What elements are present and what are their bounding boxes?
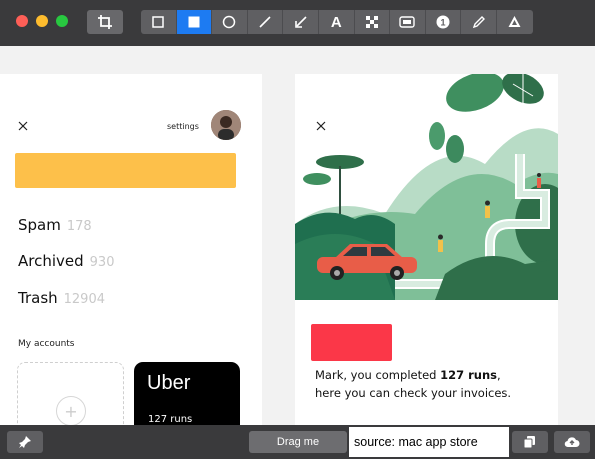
- mosaic-icon: [365, 16, 378, 28]
- drag-handle[interactable]: Drag me: [249, 431, 347, 453]
- arrow-tool[interactable]: [283, 10, 319, 34]
- close-icon[interactable]: [315, 120, 327, 132]
- folder-label: Spam: [18, 216, 61, 234]
- uber-account-card[interactable]: Uber 127 runs: [134, 362, 240, 434]
- top-toolbar: A 1: [0, 0, 595, 46]
- ellipse-tool[interactable]: [212, 10, 248, 34]
- invoices-app-screen: Mark, you completed 127 runs, here you c…: [295, 74, 558, 434]
- crop-button[interactable]: [87, 10, 123, 34]
- crop-icon: [98, 15, 112, 29]
- rectangle-tool[interactable]: [141, 10, 177, 34]
- highlight-box-icon: [399, 16, 416, 28]
- message-runs: 127 runs: [440, 368, 498, 382]
- add-account-card[interactable]: +: [17, 362, 124, 434]
- completion-message: Mark, you completed 127 runs, here you c…: [315, 366, 545, 402]
- avatar[interactable]: [211, 110, 241, 140]
- line-tool[interactable]: [248, 10, 284, 34]
- copy-button[interactable]: [512, 431, 548, 453]
- folder-trash[interactable]: Trash 12904: [18, 289, 105, 307]
- uber-logo: Uber: [147, 372, 191, 394]
- settings-link[interactable]: settings: [167, 122, 199, 131]
- mail-app-screen: settings Spam 178 Archived 930 Trash 12904 …: [0, 74, 262, 434]
- message-suffix: ,: [497, 368, 501, 382]
- annotation-tools: A 1: [141, 10, 533, 34]
- filled-rectangle-tool[interactable]: [176, 10, 213, 34]
- folder-count: 12904: [63, 292, 105, 307]
- message-line2: here you can check your invoices.: [315, 386, 512, 400]
- source-caption: source: mac app store: [349, 427, 509, 457]
- square-filled-icon: [188, 16, 200, 28]
- highlight-tool[interactable]: [390, 10, 426, 34]
- line-icon: [259, 16, 271, 28]
- plus-icon: +: [56, 396, 86, 426]
- folder-label: Trash: [18, 289, 58, 307]
- upload-button[interactable]: [554, 431, 590, 453]
- text-tool[interactable]: A: [319, 10, 355, 34]
- pencil-tool[interactable]: [461, 10, 497, 34]
- close-icon[interactable]: [17, 120, 29, 132]
- circle-outline-icon: [223, 15, 236, 29]
- pencil-icon: [472, 16, 485, 29]
- pin-icon: [19, 436, 31, 448]
- square-outline-icon: [152, 16, 165, 28]
- message-prefix: Mark, you completed: [315, 368, 441, 382]
- close-window-button[interactable]: [16, 15, 28, 27]
- number-circle-icon: 1: [436, 15, 450, 29]
- folder-spam[interactable]: Spam 178: [18, 216, 92, 234]
- recycle-tool[interactable]: [497, 10, 533, 34]
- folder-label: Archived: [18, 252, 84, 270]
- bottom-toolbar: Drag me source: mac app store: [0, 425, 595, 459]
- compose-button[interactable]: [15, 153, 236, 188]
- pixelate-tool[interactable]: [355, 10, 391, 34]
- recycle-icon: [508, 16, 521, 27]
- pin-button[interactable]: [7, 431, 43, 453]
- arrow-icon: [294, 16, 307, 28]
- folder-archived[interactable]: Archived 930: [18, 252, 114, 270]
- text-a-icon: A: [330, 13, 342, 31]
- landscape-illustration: [295, 74, 558, 300]
- svg-text:1: 1: [441, 18, 446, 28]
- cloud-upload-icon: [564, 437, 580, 448]
- counter-tool[interactable]: 1: [426, 10, 462, 34]
- copy-icon: [523, 436, 535, 449]
- folder-count: 930: [89, 255, 115, 270]
- uber-runs-count: 127 runs: [148, 414, 193, 425]
- view-invoices-button[interactable]: [311, 324, 392, 361]
- folder-count: 178: [66, 219, 92, 234]
- minimize-window-button[interactable]: [36, 15, 48, 27]
- zoom-window-button[interactable]: [56, 15, 68, 27]
- my-accounts-heading: My accounts: [18, 339, 75, 349]
